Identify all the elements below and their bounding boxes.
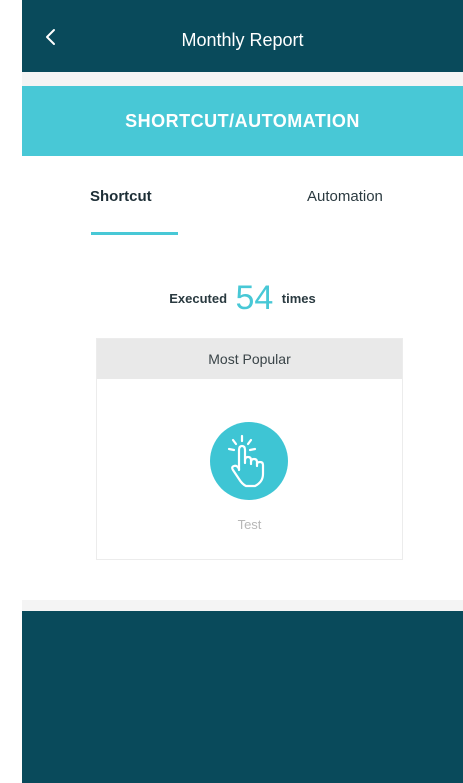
most-popular-heading: Most Popular: [97, 339, 402, 379]
active-tab-indicator: [91, 232, 178, 235]
hand-tap-icon: [227, 434, 265, 488]
tab-shortcut[interactable]: Shortcut: [90, 188, 152, 205]
section-banner: SHORTCUT/AUTOMATION: [22, 86, 463, 156]
tab-automation[interactable]: Automation: [307, 188, 383, 205]
header-bar: Monthly Report: [22, 0, 463, 72]
most-popular-card: Most Popular Test: [96, 338, 403, 560]
execution-summary: Executed 54 times: [22, 279, 463, 318]
app-screen: Monthly Report SHORTCUT/AUTOMATION Short…: [22, 0, 463, 783]
page-title: Monthly Report: [181, 30, 304, 50]
shortcut-button[interactable]: [210, 422, 288, 500]
report-panel: SHORTCUT/AUTOMATION Shortcut Automation …: [22, 86, 463, 600]
execution-count: 54: [235, 279, 274, 317]
executed-suffix: times: [281, 291, 316, 306]
report-card: SHORTCUT/AUTOMATION Shortcut Automation …: [22, 72, 463, 611]
executed-prefix: Executed: [169, 291, 228, 306]
shortcut-name: Test: [237, 517, 262, 532]
